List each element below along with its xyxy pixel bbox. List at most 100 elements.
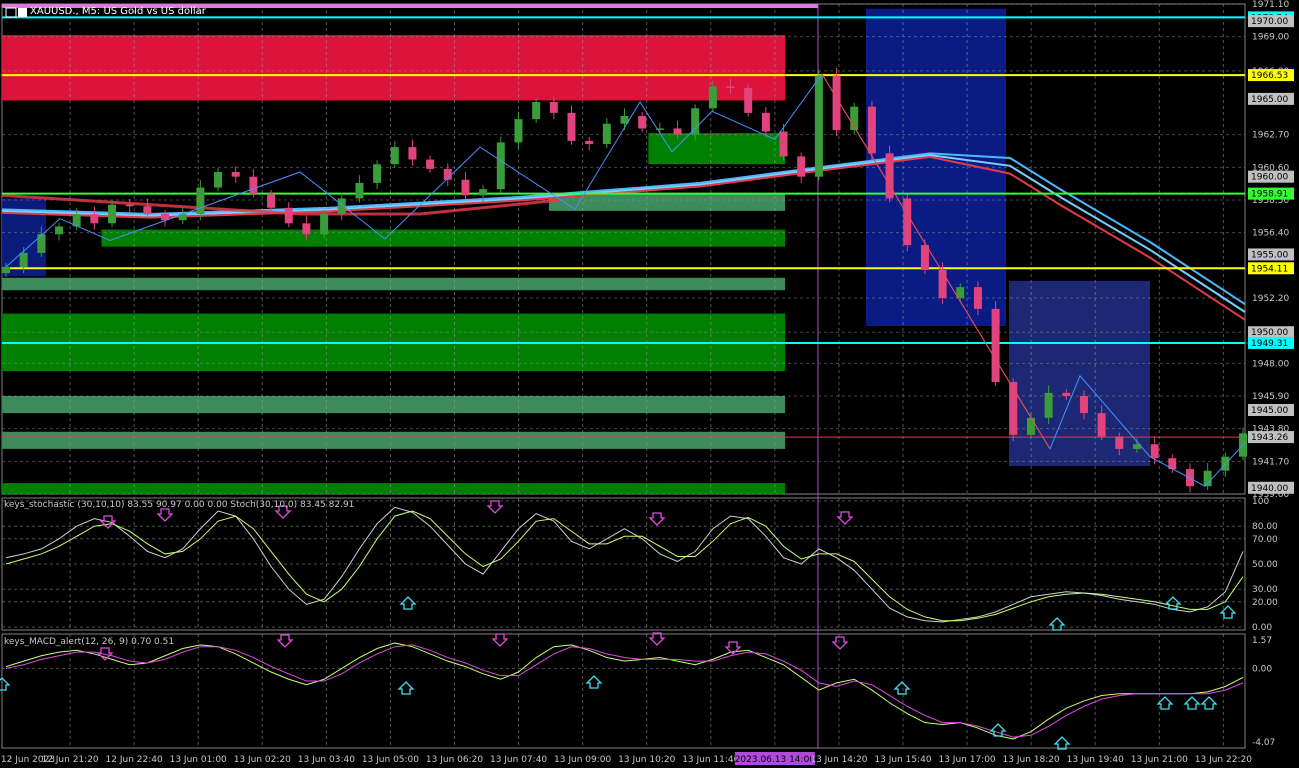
candle-body xyxy=(867,106,876,154)
stoch-level-label: 50.00 xyxy=(1252,560,1278,570)
candle-body xyxy=(514,119,523,143)
stoch-level-label: 100 xyxy=(1252,497,1269,507)
x-tick-label: 13 Jun 05:00 xyxy=(362,755,419,765)
y-tick-label: 1962.70 xyxy=(1252,131,1289,141)
price-label-text: 1945.00 xyxy=(1251,406,1288,416)
price-chart[interactable]: 1971.101969.001966.801962.701960.601958.… xyxy=(0,0,1299,768)
price-label-text: 1966.53 xyxy=(1251,71,1288,81)
candle-body xyxy=(920,245,929,270)
stoch-series-0 xyxy=(5,506,1244,623)
time-axis: 12 Jun 202312 Jun 21:20 12 Jun 22:40 13 Ju… xyxy=(1,752,1252,765)
candle-body xyxy=(302,223,311,235)
down-arrow-icon xyxy=(648,512,666,526)
candle xyxy=(90,206,99,230)
candle xyxy=(903,194,912,252)
up-arrow-icon xyxy=(585,675,603,689)
candle xyxy=(373,160,382,190)
candle xyxy=(585,137,594,151)
up-arrow-icon xyxy=(1053,736,1071,750)
chart-menu-icon-fill xyxy=(18,8,27,17)
candle-body xyxy=(673,128,682,135)
macd-level-label: -4.07 xyxy=(1252,738,1275,748)
candle xyxy=(231,166,240,183)
candle xyxy=(991,301,1000,386)
candle-body xyxy=(267,193,276,208)
candle xyxy=(814,69,823,181)
x-tick-label: 13 Jun 09:00 xyxy=(554,755,611,765)
candle xyxy=(461,172,470,200)
candle-body xyxy=(90,214,99,224)
up-arrow-icon xyxy=(893,681,911,695)
x-tick-label: 13 Jun 01:00 xyxy=(170,755,227,765)
session-box-2 xyxy=(1009,280,1150,466)
chart-root: 1971.101969.001966.801962.701960.601958.… xyxy=(0,0,1299,768)
candle-body xyxy=(532,102,541,120)
down-arrow-icon xyxy=(486,500,504,514)
candle xyxy=(320,210,329,239)
candle-body xyxy=(1115,436,1124,449)
down-arrow-icon xyxy=(156,508,174,522)
zone-demand-3 xyxy=(101,229,786,247)
candle-body xyxy=(938,270,947,298)
candle xyxy=(779,123,788,161)
candle xyxy=(638,112,647,133)
macd-level-label: 0.00 xyxy=(1252,664,1272,674)
zone-demand_light-4 xyxy=(2,277,786,291)
candle xyxy=(284,202,293,228)
candle-body xyxy=(214,172,223,188)
zone-demand-8 xyxy=(2,483,786,494)
candle xyxy=(602,118,611,148)
macd-level-label: 1.57 xyxy=(1252,636,1272,646)
candle-body xyxy=(885,153,894,199)
candle-body xyxy=(1097,413,1106,437)
chart-menu-icon[interactable] xyxy=(5,7,27,18)
macd-lines: 1.57 0.00 -4.07 xyxy=(2,636,1275,748)
y-tick-label: 1948.00 xyxy=(1252,359,1289,369)
candle-body xyxy=(1009,382,1018,435)
candle-body xyxy=(638,116,647,129)
stoch-level-label: 0.00 xyxy=(1252,623,1272,633)
candle-body xyxy=(479,189,488,196)
candle-body xyxy=(108,204,117,224)
candle xyxy=(797,152,806,183)
price-label-text: 1955.00 xyxy=(1251,250,1288,260)
x-tick-label: 13 Jun 21:00 xyxy=(1131,755,1188,765)
candle-body xyxy=(55,226,64,235)
down-arrow-icon xyxy=(491,633,509,647)
stoch-level-label: 20.00 xyxy=(1252,598,1278,608)
candle xyxy=(125,198,134,213)
price-label-text: 1943.26 xyxy=(1251,433,1288,443)
candle-body xyxy=(390,147,399,165)
candle xyxy=(408,139,417,166)
price-label-text: 1965.00 xyxy=(1251,95,1288,105)
y-tick-label: 1969.00 xyxy=(1252,33,1289,43)
stochastic-lines: 100 80.00 70.00 50.00 30.00 20.00 0.00 xyxy=(2,497,1278,633)
candle xyxy=(249,169,258,198)
candle-body xyxy=(903,198,912,246)
candle-body xyxy=(373,164,382,183)
candle xyxy=(885,145,894,203)
zone-demand_light-6 xyxy=(2,396,786,414)
candle xyxy=(214,168,223,192)
x-tick-label: 13 Jun 07:40 xyxy=(490,755,547,765)
stoch-series-1 xyxy=(5,510,1244,622)
x-tick-label: 13 Jun 15:40 xyxy=(874,755,931,765)
candle-body xyxy=(585,140,594,144)
candle xyxy=(426,155,435,173)
candle-body xyxy=(708,86,717,109)
x-tick-label: 13 Jun 19:40 xyxy=(1067,755,1124,765)
candle-body xyxy=(602,123,611,144)
price-label-text: 1940.00 xyxy=(1251,484,1288,494)
candle xyxy=(514,111,523,149)
candle xyxy=(567,105,576,145)
stochastic-title: keys_stochastic (30,10,10) 83.55 90.97 0… xyxy=(4,500,355,510)
up-arrow-icon xyxy=(1048,617,1066,631)
candle-body xyxy=(355,182,364,199)
candle-body xyxy=(125,204,134,207)
x-tick-label: 13 Jun 10:20 xyxy=(618,755,675,765)
chart-title: XAUUSD., M5: US Gold vs US dollar xyxy=(30,6,206,17)
candle xyxy=(355,175,364,203)
candle-body xyxy=(1026,417,1035,435)
candle-body xyxy=(814,75,823,177)
candle-body xyxy=(797,156,806,177)
